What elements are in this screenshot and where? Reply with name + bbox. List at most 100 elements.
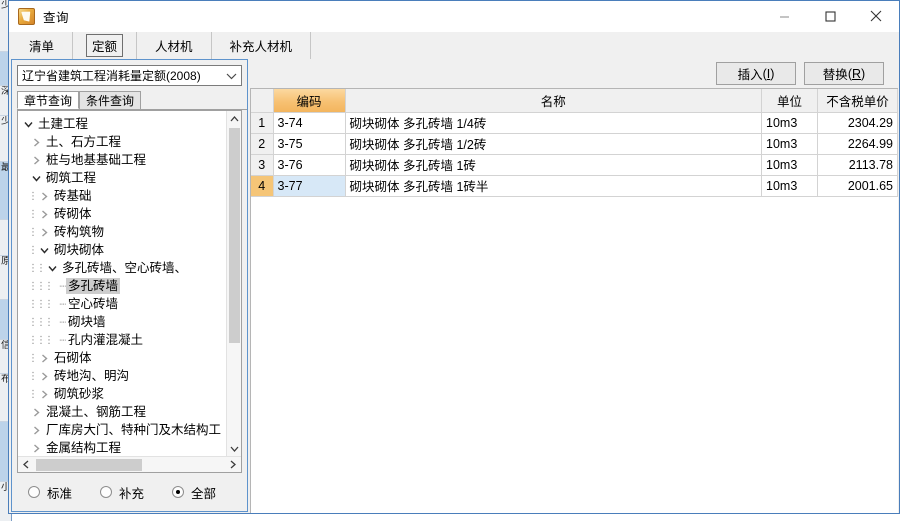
cell-unit: 10m3 — [761, 112, 818, 134]
chevron-right-icon[interactable] — [36, 223, 52, 241]
chevron-right-icon[interactable] — [28, 133, 44, 151]
header-code[interactable]: 编码 — [273, 89, 346, 113]
radio-dot — [28, 486, 40, 498]
tab-buchong-rencaiji[interactable]: 补充人材机 — [212, 32, 312, 59]
table-row[interactable]: 4 3-77 砌块砌体 多孔砖墙 1砖半 10m3 2001.65 — [251, 175, 898, 197]
tab-condition-query[interactable]: 条件查询 — [79, 91, 142, 109]
tree-item-label: 土、石方工程 — [46, 135, 122, 149]
chevron-down-icon[interactable] — [227, 441, 242, 456]
tree-item[interactable]: 土建工程 — [20, 115, 226, 133]
tree-indent-guide: ⋮ — [28, 352, 38, 364]
tab-label: 定额 — [86, 34, 124, 57]
tab-chapter-query[interactable]: 章节查询 — [17, 91, 80, 109]
tree-indent-guide: ⋮ — [28, 334, 38, 346]
chevron-right-icon[interactable] — [28, 439, 44, 456]
tree-indent-guide: ⋮ — [28, 388, 38, 400]
table-row[interactable]: 2 3-75 砌块砌体 多孔砖墙 1/2砖 10m3 2264.99 — [251, 133, 898, 155]
radio-standard[interactable]: 标准 — [28, 483, 72, 502]
chevron-down-icon[interactable] — [28, 169, 44, 187]
action-button-bar: 插入(I) 替换(R) — [250, 59, 898, 88]
replace-button[interactable]: 替换(R) — [804, 62, 884, 85]
tree-item-label: 砌筑砂浆 — [54, 387, 105, 401]
insert-button[interactable]: 插入(I) — [716, 62, 796, 85]
table-row[interactable]: 1 3-74 砌块砌体 多孔砖墙 1/4砖 10m3 2304.29 — [251, 112, 898, 134]
chevron-right-icon[interactable] — [36, 367, 52, 385]
chevron-down-icon[interactable] — [36, 241, 52, 259]
table-header-row: 编码 名称 单位 不含税单价 — [251, 89, 898, 113]
tab-qingdan[interactable]: 清单 — [11, 32, 74, 59]
tree-item[interactable]: 混凝土、钢筋工程 — [20, 403, 226, 421]
chevron-right-icon[interactable] — [36, 385, 52, 403]
radio-supplement[interactable]: 补充 — [100, 483, 144, 502]
tree-item[interactable]: ⋮ ⋮ ⋮ ┈ 砌块墙 — [20, 313, 226, 331]
tree-item[interactable]: 金属结构工程 — [20, 439, 226, 456]
chevron-right-icon[interactable] — [28, 151, 44, 169]
cell-price: 2304.29 — [817, 112, 898, 134]
radio-label: 全部 — [191, 486, 217, 501]
tree-horizontal-scrollbar[interactable] — [18, 456, 241, 472]
header-name[interactable]: 名称 — [345, 89, 762, 113]
tree-item[interactable]: ⋮ ⋮ ⋮ ┈ 多孔砖墙 — [20, 277, 226, 295]
chevron-down-icon[interactable] — [44, 259, 60, 277]
tree-indent-guide: ⋮ — [44, 298, 54, 310]
tree-item[interactable]: ⋮ 砖构筑物 — [20, 223, 226, 241]
tree-item[interactable]: ⋮ ⋮ 多孔砖墙、空心砖墙、 — [20, 259, 226, 277]
maximize-icon[interactable] — [807, 0, 853, 32]
chevron-right-icon[interactable] — [225, 460, 241, 469]
tree-item[interactable]: ⋮ 石砌体 — [20, 349, 226, 367]
tab-label: 补充人材机 — [229, 40, 293, 54]
chevron-right-icon[interactable] — [28, 403, 44, 421]
tree-item[interactable]: 土、石方工程 — [20, 133, 226, 151]
tree-item-label: 石砌体 — [54, 351, 92, 365]
radio-all[interactable]: 全部 — [172, 483, 216, 502]
tab-rencaiji[interactable]: 人材机 — [137, 32, 212, 59]
tree-scroll-thumb[interactable] — [228, 128, 240, 343]
tree-hscroll-thumb[interactable] — [36, 458, 142, 471]
tree-item[interactable]: ⋮ 砌块砌体 — [20, 241, 226, 259]
window-title: 查询 — [43, 10, 70, 25]
minimize-icon[interactable] — [761, 0, 807, 32]
tab-dinge[interactable]: 定额 — [73, 32, 138, 59]
table-row[interactable]: 3 3-76 砌块砌体 多孔砖墙 1砖 10m3 2113.78 — [251, 154, 898, 176]
chevron-down-icon[interactable] — [222, 66, 241, 85]
tree-indent-guide: ⋮ — [36, 316, 46, 328]
chevron-left-icon[interactable] — [18, 460, 34, 469]
chevron-down-icon[interactable] — [20, 115, 36, 133]
norm-results-grid[interactable]: 编码 名称 单位 不含税单价 1 3-74 砌块砌体 多孔砖墙 1/4砖 10m3 23… — [250, 88, 898, 513]
tree-item[interactable]: ⋮ 砌筑砂浆 — [20, 385, 226, 403]
tree-indent-guide: ⋮ — [28, 298, 38, 310]
chevron-right-icon[interactable] — [36, 205, 52, 223]
header-unit[interactable]: 单位 — [761, 89, 818, 113]
close-icon[interactable] — [853, 0, 899, 32]
cell-price: 2113.78 — [817, 154, 898, 176]
cell-code: 3-75 — [273, 133, 346, 155]
header-price[interactable]: 不含税单价 — [817, 89, 898, 113]
tree-vertical-scrollbar[interactable] — [226, 111, 241, 456]
tree-item[interactable]: ⋮ 砖地沟、明沟 — [20, 367, 226, 385]
tree-item-label: 金属结构工程 — [46, 441, 122, 455]
tree-leaf-connector: ┈ — [59, 280, 66, 293]
header-rownum — [251, 89, 274, 113]
chapter-tree[interactable]: 土建工程土、石方工程桩与地基基础工程 砌筑工程 ⋮ 砖基础 ⋮ 砖砌体 ⋮ 砖构筑物 ⋮ 砌块砌体… — [18, 111, 226, 456]
tree-leaf-connector: ┈ — [59, 316, 66, 329]
chevron-right-icon[interactable] — [28, 421, 44, 439]
tree-item[interactable]: ⋮ 砖基础 — [20, 187, 226, 205]
replace-button-label: 替换 — [822, 68, 848, 82]
tree-item[interactable]: 厂库房大门、特种门及木结构工 — [20, 421, 226, 439]
tree-item[interactable]: 桩与地基基础工程 — [20, 151, 226, 169]
insert-accel: I — [766, 66, 771, 81]
chevron-up-icon[interactable] — [227, 111, 242, 126]
tree-scroll-track[interactable] — [227, 343, 242, 441]
tree-indent-guide: ⋮ — [44, 316, 54, 328]
chevron-right-icon[interactable] — [36, 187, 52, 205]
chevron-right-icon[interactable] — [36, 349, 52, 367]
norm-library-select[interactable]: 辽宁省建筑工程消耗量定额(2008) — [17, 65, 242, 86]
tree-item[interactable]: ⋮ ⋮ ⋮ ┈ 空心砖墙 — [20, 295, 226, 313]
dialog-body: 辽宁省建筑工程消耗量定额(2008) 章节查询 条件查询 土建工程土、石方工程桩… — [9, 59, 899, 513]
left-panel: 辽宁省建筑工程消耗量定额(2008) 章节查询 条件查询 土建工程土、石方工程桩… — [11, 59, 248, 512]
tree-scroll-area: 土建工程土、石方工程桩与地基基础工程 砌筑工程 ⋮ 砖基础 ⋮ 砖砌体 ⋮ 砖构筑物 ⋮ 砌块砌体… — [18, 111, 241, 456]
tree-item[interactable]: 砌筑工程 — [20, 169, 226, 187]
tree-indent-guide: ⋮ — [44, 280, 54, 292]
tree-item[interactable]: ⋮ 砖砌体 — [20, 205, 226, 223]
tree-item[interactable]: ⋮ ⋮ ⋮ ┈ 孔内灌混凝土 — [20, 331, 226, 349]
